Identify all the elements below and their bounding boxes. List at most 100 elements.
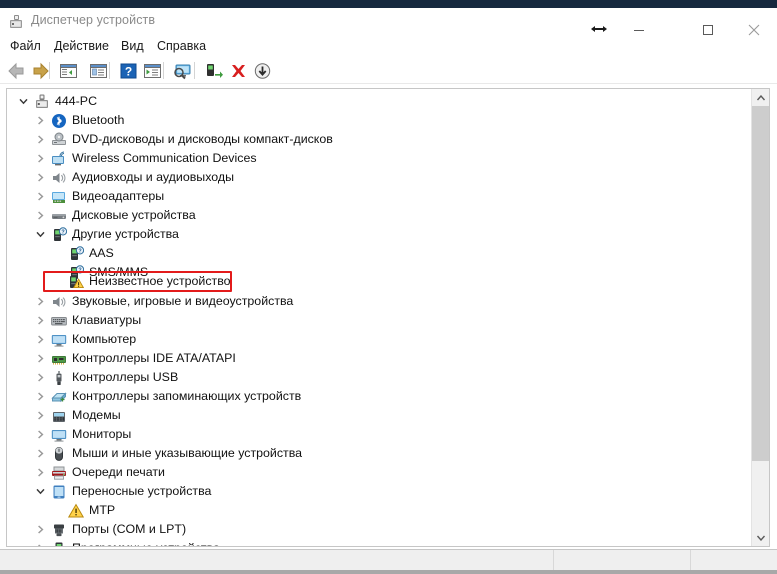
tree-item-label: Wireless Communication Devices: [72, 151, 257, 165]
portable-device-icon: [51, 484, 67, 500]
window-bottom-edge: [0, 570, 777, 574]
tree-item-label: Компьютер: [72, 332, 137, 346]
menu-view[interactable]: Вид: [119, 39, 146, 53]
scrollbar-thumb[interactable]: [752, 106, 769, 461]
toolbar-separator: [109, 62, 110, 79]
tree-item[interactable]: Контроллеры запоминающих устройств: [7, 387, 751, 406]
tree-item-label: Переносные устройства: [72, 484, 212, 498]
chevron-right-icon[interactable]: [34, 206, 47, 225]
forward-button[interactable]: [30, 61, 51, 81]
tree-item[interactable]: MTP: [7, 501, 751, 520]
tree-item[interactable]: Bluetooth: [7, 111, 751, 130]
device-manager-window: Диспетчер устройств Файл Действие Вид Сп…: [0, 0, 777, 574]
chevron-right-icon[interactable]: [34, 187, 47, 206]
chevron-down-icon[interactable]: [34, 225, 47, 244]
chevron-right-icon[interactable]: [34, 444, 47, 463]
chevron-right-icon[interactable]: [34, 311, 47, 330]
tree-item[interactable]: Дисковые устройства: [7, 206, 751, 225]
scroll-down-arrow[interactable]: [752, 529, 769, 546]
tree-item-label: Контроллеры запоминающих устройств: [72, 389, 302, 403]
menu-action[interactable]: Действие: [52, 39, 111, 53]
toolbar-separator: [194, 62, 195, 79]
tree-item[interactable]: Компьютер: [7, 330, 751, 349]
tree-item[interactable]: Контроллеры USB: [7, 368, 751, 387]
vertical-scrollbar[interactable]: [751, 89, 769, 546]
tree-item[interactable]: 444-PC: [7, 92, 751, 111]
display-adapter-icon: [51, 189, 67, 205]
chevron-right-icon[interactable]: [34, 368, 47, 387]
tree-item[interactable]: Программные устройства: [7, 539, 751, 546]
dvd-drive-icon: [51, 132, 67, 148]
chevron-right-icon[interactable]: [34, 292, 47, 311]
tree-item-label: Bluetooth: [72, 113, 125, 127]
tree-item[interactable]: Модемы: [7, 406, 751, 425]
tree-item[interactable]: ? Другие устройства: [7, 225, 751, 244]
chevron-right-icon[interactable]: [34, 425, 47, 444]
tree-item[interactable]: Переносные устройства: [7, 482, 751, 501]
svg-text:?: ?: [78, 248, 81, 254]
disable-device-button[interactable]: [252, 61, 273, 81]
tree-item[interactable]: DVD-дисководы и дисководы компакт-дисков: [7, 130, 751, 149]
printer-icon: [51, 465, 67, 481]
tree-item-label: Звуковые, игровые и видеоустройства: [72, 294, 294, 308]
tree-item[interactable]: ? AAS: [7, 244, 751, 263]
tree-item-label: Другие устройства: [72, 227, 179, 241]
storage-icon: [51, 389, 67, 405]
chevron-down-icon[interactable]: [34, 482, 47, 501]
computer-icon: [34, 94, 50, 110]
update-driver-button[interactable]: [203, 61, 224, 81]
scroll-up-arrow[interactable]: [752, 89, 769, 106]
tree-item-label: AAS: [89, 246, 114, 260]
toolbar-divider: [0, 83, 777, 84]
toolbar-separator: [163, 62, 164, 79]
device-tree[interactable]: 444-PC Bluetooth DVD-дисководы и дисководы…: [7, 89, 751, 546]
tree-item-label: Контроллеры IDE ATA/ATAPI: [72, 351, 236, 365]
unknown-device-icon: ?: [68, 246, 85, 262]
tree-item[interactable]: Очереди печати: [7, 463, 751, 482]
chevron-down-icon[interactable]: [17, 92, 30, 111]
chevron-right-icon[interactable]: [34, 149, 47, 168]
tree-item[interactable]: Клавиатуры: [7, 311, 751, 330]
action-pane-button[interactable]: [142, 61, 163, 81]
tree-item-label: Видеоадаптеры: [72, 189, 165, 203]
chevron-right-icon[interactable]: [34, 463, 47, 482]
chevron-right-icon[interactable]: [34, 130, 47, 149]
tree-item-label: Дисковые устройства: [72, 208, 196, 222]
speaker-icon: [51, 294, 67, 310]
tree-item[interactable]: Звуковые, игровые и видеоустройства: [7, 292, 751, 311]
chevron-right-icon[interactable]: [34, 330, 47, 349]
annotation-highlight-rectangle: [43, 271, 232, 292]
tree-item-label: Программные устройства: [72, 541, 220, 546]
chevron-right-icon[interactable]: [34, 406, 47, 425]
properties-button[interactable]: [88, 61, 109, 81]
chevron-right-icon[interactable]: [34, 539, 47, 546]
device-tree-panel: 444-PC Bluetooth DVD-дисководы и дисководы…: [6, 88, 770, 547]
menu-help[interactable]: Справка: [155, 39, 208, 53]
back-button[interactable]: [6, 61, 27, 81]
chevron-right-icon[interactable]: [34, 520, 47, 539]
title-bar: Диспетчер устройств: [0, 8, 777, 36]
tree-item[interactable]: Видеоадаптеры: [7, 187, 751, 206]
ide-controller-icon: [51, 351, 67, 367]
window-top-edge: [0, 0, 777, 8]
chevron-right-icon[interactable]: [34, 168, 47, 187]
menu-file[interactable]: Файл: [8, 39, 43, 53]
monitor-icon: [51, 332, 67, 348]
status-bar: [0, 549, 777, 570]
uninstall-device-button[interactable]: [228, 61, 249, 81]
help-button[interactable]: ?: [118, 61, 139, 81]
chevron-right-icon[interactable]: [34, 387, 47, 406]
toolbar-separator: [49, 62, 50, 79]
tree-item-label: Мыши и иные указывающие устройства: [72, 446, 303, 460]
tree-item[interactable]: Аудиовходы и аудиовыходы: [7, 168, 751, 187]
status-separator: [553, 550, 554, 570]
tree-item[interactable]: Wireless Communication Devices: [7, 149, 751, 168]
tree-item[interactable]: Порты (COM и LPT): [7, 520, 751, 539]
tree-item[interactable]: Контроллеры IDE ATA/ATAPI: [7, 349, 751, 368]
show-hide-console-tree-button[interactable]: [58, 61, 79, 81]
chevron-right-icon[interactable]: [34, 349, 47, 368]
scan-hardware-button[interactable]: [172, 61, 193, 81]
tree-item[interactable]: Мониторы: [7, 425, 751, 444]
chevron-right-icon[interactable]: [34, 111, 47, 130]
tree-item[interactable]: Мыши и иные указывающие устройства: [7, 444, 751, 463]
